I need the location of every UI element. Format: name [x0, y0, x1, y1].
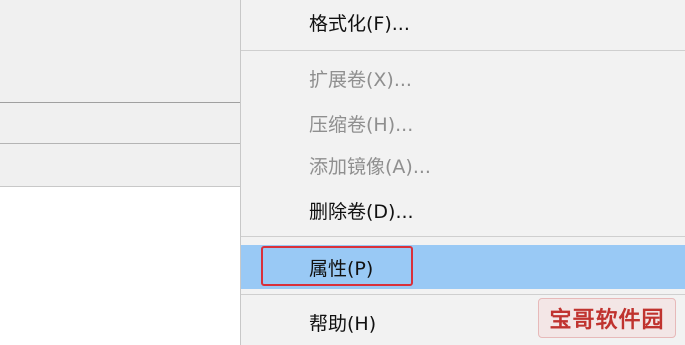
menu-separator	[241, 294, 685, 295]
background-panel-middle	[0, 103, 240, 144]
screen: 格式化(F)... 扩展卷(X)... 压缩卷(H)... 添加镜像(A)...…	[0, 0, 685, 345]
menu-item-extend-volume: 扩展卷(X)...	[241, 56, 685, 100]
menu-item-delete-volume-label: 删除卷(D)...	[309, 200, 414, 223]
context-menu: 格式化(F)... 扩展卷(X)... 压缩卷(H)... 添加镜像(A)...…	[240, 0, 685, 345]
menu-item-delete-volume[interactable]: 删除卷(D)...	[241, 188, 685, 232]
menu-separator	[241, 236, 685, 237]
menu-item-shrink-volume-label: 压缩卷(H)...	[309, 113, 414, 136]
menu-item-add-mirror: 添加镜像(A)...	[241, 143, 685, 187]
background-panel-top	[0, 0, 240, 103]
menu-item-properties[interactable]: 属性(P)	[241, 245, 685, 289]
menu-item-format-label: 格式化(F)...	[309, 12, 410, 35]
menu-item-extend-volume-label: 扩展卷(X)...	[309, 68, 412, 91]
background-panel-lower	[0, 144, 240, 187]
watermark-text: 宝哥软件园	[549, 308, 665, 333]
background-window	[0, 0, 240, 345]
menu-separator	[241, 50, 685, 51]
background-content-area	[0, 187, 240, 345]
menu-item-help-label: 帮助(H)	[309, 312, 377, 335]
menu-item-add-mirror-label: 添加镜像(A)...	[309, 155, 431, 178]
menu-item-format[interactable]: 格式化(F)...	[241, 0, 685, 44]
menu-item-properties-label: 属性(P)	[309, 257, 374, 280]
watermark-logo: 宝哥软件园	[538, 298, 676, 338]
menu-item-shrink-volume: 压缩卷(H)...	[241, 101, 685, 145]
